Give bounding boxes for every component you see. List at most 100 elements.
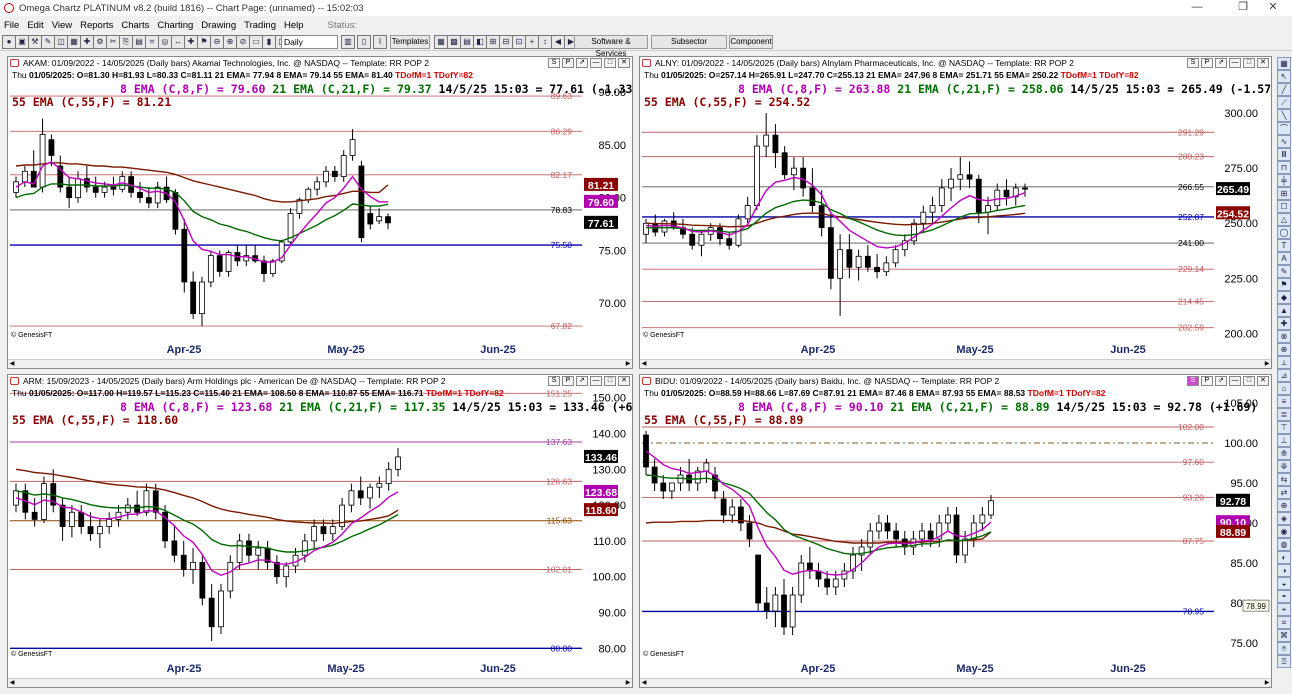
drawing-tool-28-icon[interactable]: ≣ (1277, 408, 1291, 421)
toolbar-tool-6-icon[interactable]: ▦ (67, 35, 81, 49)
chart-panel-alny[interactable]: ALNY: 01/09/2022 - 14/05/2025 (Daily bar… (639, 56, 1272, 369)
toolbar-tool-13-icon[interactable]: ◎ (158, 35, 172, 49)
toolbar-tool-7-icon[interactable]: ✚ (80, 35, 94, 49)
templates-button[interactable]: Templates (390, 35, 430, 49)
minimize-icon[interactable]: — (1178, 0, 1216, 16)
drawing-tool-46-icon[interactable]: ⍟ (1277, 642, 1291, 655)
interval-select[interactable]: Daily (281, 35, 338, 49)
drawing-tool-10-icon[interactable]: ╪ (1277, 174, 1291, 187)
toolbar-tool-9-icon[interactable]: ✂ (106, 35, 120, 49)
close-icon[interactable]: ✕ (1254, 0, 1292, 16)
chart-style-3-icon[interactable]: ⌇ (373, 35, 387, 49)
horizontal-scrollbar[interactable]: ◀ ▶ (8, 678, 632, 687)
drawing-tool-22-icon[interactable]: ⊗ (1277, 330, 1291, 343)
drawing-tool-25-icon[interactable]: ⊿ (1277, 369, 1291, 382)
drawing-tool-36-icon[interactable]: ◈ (1277, 512, 1291, 525)
drawing-tool-16-icon[interactable]: A (1277, 252, 1291, 265)
drawing-tool-47-icon[interactable]: ⍰ (1277, 655, 1291, 668)
toolbar-tool-1-icon[interactable]: ● (2, 35, 16, 49)
drawing-tool-1-icon[interactable]: ▦ (1277, 57, 1291, 70)
drawing-tool-18-icon[interactable]: ⚑ (1277, 278, 1291, 291)
chart-style-2-icon[interactable]: ▯ (357, 35, 371, 49)
layout-tool-4-icon[interactable]: ◧ (473, 35, 487, 49)
chart-panel-arm[interactable]: ARM: 15/09/2023 - 14/05/2025 (Daily bars… (7, 374, 633, 688)
subsector-button[interactable]: Subsector (651, 35, 727, 49)
drawing-tool-42-icon[interactable]: ◓ (1277, 590, 1291, 603)
chart-panel-bidu[interactable]: BIDU: 01/09/2022 - 14/05/2025 (Daily bar… (639, 374, 1272, 688)
horizontal-scrollbar[interactable]: ◀ ▶ (8, 359, 632, 368)
layout-tool-6-icon[interactable]: ⊟ (499, 35, 513, 49)
toolbar-tool-8-icon[interactable]: ⚙ (93, 35, 107, 49)
drawing-tool-35-icon[interactable]: ⊕ (1277, 499, 1291, 512)
drawing-tool-7-icon[interactable]: ∿ (1277, 135, 1291, 148)
drawing-tool-39-icon[interactable]: ◐ (1277, 551, 1291, 564)
scroll-left-icon[interactable]: ◀ (640, 679, 648, 687)
menu-drawing[interactable]: Drawing (197, 20, 240, 31)
drawing-tool-26-icon[interactable]: ⌂ (1277, 382, 1291, 395)
drawing-tool-38-icon[interactable]: ◍ (1277, 538, 1291, 551)
drawing-tool-15-icon[interactable]: T (1277, 239, 1291, 252)
scroll-right-icon[interactable]: ▶ (624, 679, 632, 687)
drawing-tool-31-icon[interactable]: ⟰ (1277, 447, 1291, 460)
drawing-tool-3-icon[interactable]: ╱ (1277, 83, 1291, 96)
toolbar-tool-20-icon[interactable]: ▭ (249, 35, 263, 49)
menu-charting[interactable]: Charting (153, 20, 197, 31)
toolbar-tool-18-icon[interactable]: ⊕ (223, 35, 237, 49)
drawing-tool-8-icon[interactable]: Ⅲ (1277, 148, 1291, 161)
drawing-tool-21-icon[interactable]: ✚ (1277, 317, 1291, 330)
toolbar-tool-3-icon[interactable]: ⚒ (28, 35, 42, 49)
drawing-tool-40-icon[interactable]: ◑ (1277, 564, 1291, 577)
drawing-tool-27-icon[interactable]: ≡ (1277, 395, 1291, 408)
layout-tool-7-icon[interactable]: ⊡ (512, 35, 526, 49)
scroll-left-icon[interactable]: ◀ (8, 360, 16, 368)
drawing-tool-6-icon[interactable]: ⌒ (1277, 122, 1291, 135)
drawing-tool-37-icon[interactable]: ◉ (1277, 525, 1291, 538)
toolbar-tool-2-icon[interactable]: ▣ (15, 35, 29, 49)
menu-help[interactable]: Help (280, 20, 308, 31)
menu-view[interactable]: View (48, 20, 76, 31)
drawing-tool-14-icon[interactable]: ◯ (1277, 226, 1291, 239)
menu-file[interactable]: File (0, 20, 23, 31)
chart-style-1-icon[interactable]: ▥ (341, 35, 355, 49)
layout-tool-9-icon[interactable]: ↕ (538, 35, 552, 49)
toolbar-tool-16-icon[interactable]: ⚑ (197, 35, 211, 49)
scroll-right-icon[interactable]: ▶ (1263, 360, 1271, 368)
component-button[interactable]: Component (729, 35, 773, 49)
drawing-tool-44-icon[interactable]: ⌗ (1277, 616, 1291, 629)
menu-charts[interactable]: Charts (117, 20, 153, 31)
toolbar-tool-5-icon[interactable]: ◫ (54, 35, 68, 49)
drawing-tool-19-icon[interactable]: ◆ (1277, 291, 1291, 304)
menu-reports[interactable]: Reports (76, 20, 117, 31)
drawing-tool-34-icon[interactable]: ⇄ (1277, 486, 1291, 499)
drawing-tool-41-icon[interactable]: ◒ (1277, 577, 1291, 590)
menu-edit[interactable]: Edit (23, 20, 47, 31)
layout-tool-10-icon[interactable]: ◀ (551, 35, 565, 49)
software-services-button[interactable]: Software & Services (574, 35, 648, 58)
drawing-tool-5-icon[interactable]: ╲ (1277, 109, 1291, 122)
toolbar-tool-4-icon[interactable]: ✎ (41, 35, 55, 49)
layout-tool-3-icon[interactable]: ▤ (460, 35, 474, 49)
drawing-tool-29-icon[interactable]: ⊤ (1277, 421, 1291, 434)
drawing-tool-2-icon[interactable]: ↖ (1277, 70, 1291, 83)
toolbar-tool-17-icon[interactable]: ⊖ (210, 35, 224, 49)
layout-tool-2-icon[interactable]: ▩ (447, 35, 461, 49)
toolbar-tool-11-icon[interactable]: ▤ (132, 35, 146, 49)
drawing-tool-24-icon[interactable]: ⟂ (1277, 356, 1291, 369)
scroll-left-icon[interactable]: ◀ (8, 679, 16, 687)
scroll-left-icon[interactable]: ◀ (640, 360, 648, 368)
drawing-tool-20-icon[interactable]: ▲ (1277, 304, 1291, 317)
drawing-tool-32-icon[interactable]: ⟱ (1277, 460, 1291, 473)
layout-tool-1-icon[interactable]: ▦ (434, 35, 448, 49)
horizontal-scrollbar[interactable]: ◀ ▶ (640, 359, 1271, 368)
toolbar-tool-12-icon[interactable]: ⌗ (145, 35, 159, 49)
horizontal-scrollbar[interactable]: ◀ ▶ (640, 678, 1271, 687)
layout-tool-8-icon[interactable]: + (525, 35, 539, 49)
drawing-tool-23-icon[interactable]: ⊕ (1277, 343, 1291, 356)
toolbar-tool-10-icon[interactable]: ⎘ (119, 35, 133, 49)
scroll-right-icon[interactable]: ▶ (1263, 679, 1271, 687)
layout-tool-5-icon[interactable]: ⊞ (486, 35, 500, 49)
menu-trading[interactable]: Trading (240, 20, 280, 31)
drawing-tool-11-icon[interactable]: ⊞ (1277, 187, 1291, 200)
drawing-tool-30-icon[interactable]: ⊥ (1277, 434, 1291, 447)
drawing-tool-45-icon[interactable]: ⌘ (1277, 629, 1291, 642)
